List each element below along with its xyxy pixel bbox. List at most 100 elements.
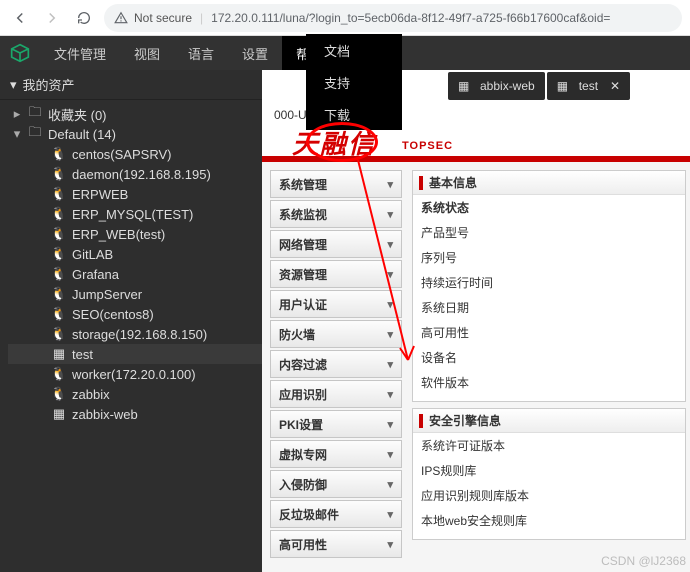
chevron-down-icon: ▾ bbox=[387, 538, 393, 551]
linux-icon: 🐧 bbox=[52, 206, 66, 222]
dd-download[interactable]: 下载 bbox=[306, 98, 402, 130]
acc-item[interactable]: 系统监视▾ bbox=[270, 200, 402, 228]
chevron-down-icon: ▾ bbox=[387, 208, 393, 221]
acc-item[interactable]: PKI设置▾ bbox=[270, 410, 402, 438]
chevron-down-icon: ▾ bbox=[387, 238, 393, 251]
tree-host[interactable]: 🐧SEO(centos8) bbox=[8, 304, 262, 324]
dd-docs[interactable]: 文档 bbox=[306, 34, 402, 66]
address-bar[interactable]: Not secure | 172.20.0.111/luna/?login_to… bbox=[104, 4, 682, 32]
web-icon: ▦ bbox=[557, 79, 571, 93]
info-row: 高可用性 bbox=[413, 320, 685, 345]
windows-icon: ▦ bbox=[52, 406, 66, 422]
tree-host[interactable]: 🐧worker(172.20.0.100) bbox=[8, 364, 262, 384]
acc-item[interactable]: 应用识别▾ bbox=[270, 380, 402, 408]
chevron-down-icon: ▾ bbox=[10, 77, 17, 93]
linux-icon: 🐧 bbox=[52, 266, 66, 282]
acc-item[interactable]: 系统管理▾ bbox=[270, 170, 402, 198]
session-tab[interactable]: ▦ test ✕ bbox=[547, 72, 630, 100]
linux-icon: 🐧 bbox=[52, 306, 66, 322]
menu-lang[interactable]: 语言 bbox=[174, 36, 228, 70]
assets-header[interactable]: ▾ 我的资产 bbox=[0, 70, 262, 100]
chevron-down-icon: ▾ bbox=[387, 178, 393, 191]
info-row: 软件版本 bbox=[413, 370, 685, 395]
assets-title: 我的资产 bbox=[23, 75, 75, 94]
info-row: 系统日期 bbox=[413, 295, 685, 320]
linux-icon: 🐧 bbox=[52, 146, 66, 162]
tree-host[interactable]: 🐧zabbix bbox=[8, 384, 262, 404]
folder-icon: 🗀 bbox=[28, 123, 42, 145]
nav-forward[interactable] bbox=[40, 6, 64, 30]
caret-right-icon: ▸ bbox=[12, 106, 22, 122]
watermark: CSDN @lJ2368 bbox=[601, 554, 686, 568]
acc-item[interactable]: 防火墙▾ bbox=[270, 320, 402, 348]
not-secure-text: Not secure bbox=[134, 11, 192, 25]
nav-reload[interactable] bbox=[72, 6, 96, 30]
left-accordion: 系统管理▾ 系统监视▾ 网络管理▾ 资源管理▾ 用户认证▾ 防火墙▾ 内容过滤▾… bbox=[262, 162, 410, 572]
tree-host[interactable]: 🐧GitLAB bbox=[8, 244, 262, 264]
linux-icon: 🐧 bbox=[52, 326, 66, 342]
acc-item[interactable]: 用户认证▾ bbox=[270, 290, 402, 318]
linux-icon: 🐧 bbox=[52, 246, 66, 262]
menu-file[interactable]: 文件管理 bbox=[40, 36, 120, 70]
tree-default[interactable]: ▾ 🗀 Default (14) bbox=[8, 124, 262, 144]
tree-host[interactable]: ▦test bbox=[8, 344, 262, 364]
tree-host[interactable]: 🐧ERPWEB bbox=[8, 184, 262, 204]
acc-item[interactable]: 入侵防御▾ bbox=[270, 470, 402, 498]
menu-settings[interactable]: 设置 bbox=[228, 36, 282, 70]
tree-host[interactable]: 🐧Grafana bbox=[8, 264, 262, 284]
chevron-down-icon: ▾ bbox=[387, 448, 393, 461]
tree-host[interactable]: 🐧JumpServer bbox=[8, 284, 262, 304]
tree-label: Default (14) bbox=[48, 127, 116, 142]
linux-icon: 🐧 bbox=[52, 166, 66, 182]
acc-item[interactable]: 内容过滤▾ bbox=[270, 350, 402, 378]
info-row: 系统许可证版本 bbox=[413, 433, 685, 458]
info-row: 设备名 bbox=[413, 345, 685, 370]
info-row: 持续运行时间 bbox=[413, 270, 685, 295]
chevron-down-icon: ▾ bbox=[387, 388, 393, 401]
nav-back[interactable] bbox=[8, 6, 32, 30]
caret-down-icon: ▾ bbox=[12, 126, 22, 142]
chevron-down-icon: ▾ bbox=[387, 508, 393, 521]
info-row: 序列号 bbox=[413, 245, 685, 270]
acc-item[interactable]: 虚拟专网▾ bbox=[270, 440, 402, 468]
tree-host[interactable]: 🐧ERP_MYSQL(TEST) bbox=[8, 204, 262, 224]
web-icon: ▦ bbox=[458, 79, 472, 93]
help-dropdown: 文档 支持 下载 bbox=[306, 34, 402, 130]
linux-icon: 🐧 bbox=[52, 186, 66, 202]
linux-icon: 🐧 bbox=[52, 226, 66, 242]
app-logo bbox=[0, 43, 40, 63]
menu-view[interactable]: 视图 bbox=[120, 36, 174, 70]
tree-host[interactable]: 🐧storage(192.168.8.150) bbox=[8, 324, 262, 344]
tree-host[interactable]: 🐧centos(SAPSRV) bbox=[8, 144, 262, 164]
linux-icon: 🐧 bbox=[52, 386, 66, 402]
tree-favorites[interactable]: ▸ 🗀 收藏夹 (0) bbox=[8, 104, 262, 124]
info-row: IPS规则库 bbox=[413, 458, 685, 483]
linux-icon: 🐧 bbox=[52, 366, 66, 382]
chevron-down-icon: ▾ bbox=[387, 328, 393, 341]
acc-item[interactable]: 网络管理▾ bbox=[270, 230, 402, 258]
chevron-down-icon: ▾ bbox=[387, 418, 393, 431]
info-engine: 安全引擎信息 系统许可证版本 IPS规则库 应用识别规则库版本 本地web安全规… bbox=[412, 408, 686, 540]
session-tab[interactable]: ▦ abbix-web bbox=[448, 72, 545, 100]
info-row: 系统状态 bbox=[413, 195, 685, 220]
dd-support[interactable]: 支持 bbox=[306, 66, 402, 98]
tree-host[interactable]: 🐧daemon(192.168.8.195) bbox=[8, 164, 262, 184]
info-row: 产品型号 bbox=[413, 220, 685, 245]
url-text: 172.20.0.111/luna/?login_to=5ecb06da-8f1… bbox=[211, 11, 610, 25]
chevron-down-icon: ▾ bbox=[387, 268, 393, 281]
info-row: 应用识别规则库版本 bbox=[413, 483, 685, 508]
chevron-down-icon: ▾ bbox=[387, 358, 393, 371]
chevron-down-icon: ▾ bbox=[387, 298, 393, 311]
linux-icon: 🐧 bbox=[52, 286, 66, 302]
acc-item[interactable]: 反垃圾邮件▾ bbox=[270, 500, 402, 528]
info-row: 本地web安全规则库 bbox=[413, 508, 685, 533]
tree-host[interactable]: 🐧ERP_WEB(test) bbox=[8, 224, 262, 244]
close-icon[interactable]: ✕ bbox=[610, 79, 620, 93]
acc-item[interactable]: 高可用性▾ bbox=[270, 530, 402, 558]
folder-icon: 🗀 bbox=[28, 103, 42, 125]
tree-host[interactable]: ▦zabbix-web bbox=[8, 404, 262, 424]
tree-label: 收藏夹 (0) bbox=[48, 105, 107, 124]
not-secure-badge: Not secure bbox=[114, 11, 192, 25]
acc-item[interactable]: 资源管理▾ bbox=[270, 260, 402, 288]
chevron-down-icon: ▾ bbox=[387, 478, 393, 491]
